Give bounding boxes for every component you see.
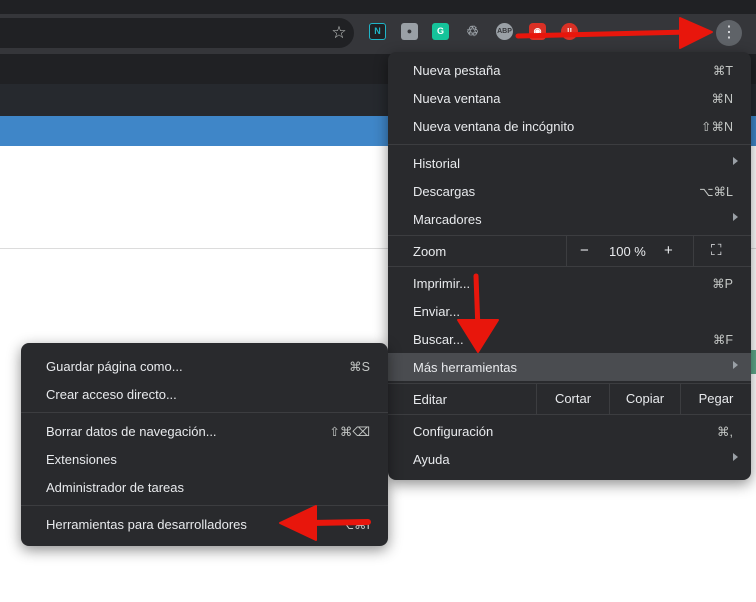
annotation-arrowhead: [457, 319, 499, 353]
annotation-arrow-to-devtools: [307, 519, 371, 526]
annotation-arrowhead: [679, 17, 713, 49]
annotation-arrows: [279, 17, 713, 541]
annotation-arrow-to-menu: [515, 29, 693, 39]
annotation-arrowhead: [279, 505, 317, 541]
